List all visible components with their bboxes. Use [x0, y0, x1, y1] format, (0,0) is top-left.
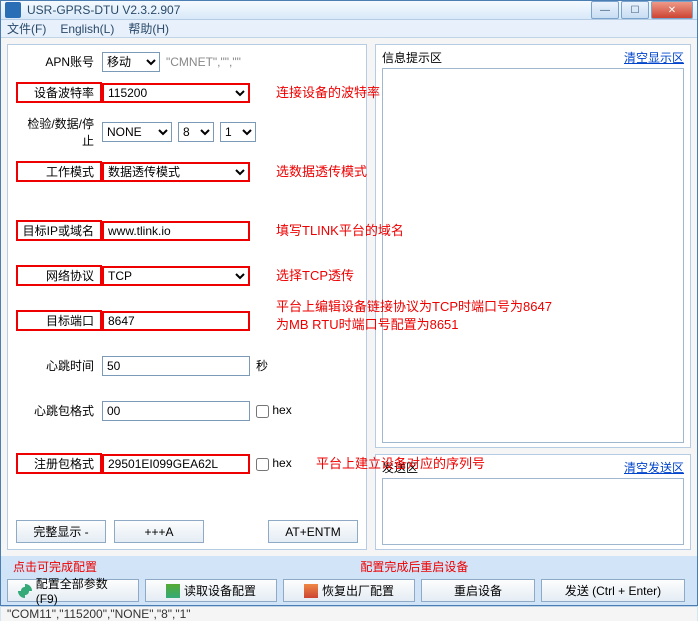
baud-note: 连接设备的波特率	[276, 82, 380, 101]
port-input[interactable]	[102, 311, 250, 331]
atentm-button[interactable]: AT+ENTM	[268, 520, 358, 543]
right-column: 信息提示区 清空显示区 发送区 清空发送区	[375, 44, 691, 550]
clear-send-link[interactable]: 清空发送区	[624, 459, 684, 476]
port-label: 目标端口	[16, 310, 102, 331]
send-header: 发送区 清空发送区	[382, 459, 684, 476]
reg-label: 注册包格式	[16, 453, 102, 474]
info-header: 信息提示区 清空显示区	[382, 49, 684, 66]
send-group: 发送区 清空发送区	[375, 454, 691, 550]
cfgall-button[interactable]: 配置全部参数(F9)	[7, 579, 139, 602]
row-apn: APN账号 移动 "CMNET","",""	[16, 51, 358, 72]
window-buttons: — ☐ ✕	[591, 1, 693, 19]
ip-input[interactable]	[102, 221, 250, 241]
gear-icon	[18, 584, 32, 598]
row-port: 目标端口 平台上编辑设备链接协议为TCP时端口号为8647 为MB RTU时端口…	[16, 310, 358, 331]
close-button[interactable]: ✕	[651, 1, 693, 19]
row-check: 检验/数据/停止 NONE 8 1	[16, 113, 358, 151]
info-textarea[interactable]	[382, 68, 684, 443]
hb-input[interactable]	[102, 356, 250, 376]
left-column: APN账号 移动 "CMNET","","" 设备波特率 115200 连接设备…	[7, 44, 367, 550]
menu-english[interactable]: English(L)	[60, 22, 114, 36]
config-panel: APN账号 移动 "CMNET","","" 设备波特率 115200 连接设备…	[7, 44, 367, 550]
showall-button[interactable]: 完整显示 -	[16, 520, 106, 543]
apn-select[interactable]: 移动	[102, 52, 160, 72]
body: APN账号 移动 "CMNET","","" 设备波特率 115200 连接设备…	[1, 38, 697, 556]
titlebar[interactable]: USR-GPRS-DTU V2.3.2.907 — ☐ ✕	[1, 1, 697, 20]
maximize-button[interactable]: ☐	[621, 1, 649, 19]
restore-button[interactable]: 恢复出厂配置	[283, 579, 415, 602]
mode-note: 选数据透传模式	[276, 161, 367, 180]
info-group: 信息提示区 清空显示区	[375, 44, 691, 448]
reboot-button[interactable]: 重启设备	[421, 579, 535, 602]
mode-select[interactable]: 数据透传模式	[102, 162, 250, 182]
app-icon	[5, 2, 21, 18]
row-proto: 网络协议 TCP 选择TCP透传	[16, 265, 358, 286]
window-title: USR-GPRS-DTU V2.3.2.907	[27, 3, 591, 17]
check-stop[interactable]: 1	[220, 122, 256, 142]
baud-select[interactable]: 115200	[102, 83, 250, 103]
statusbar: "COM11","115200","NONE","8","1"	[1, 606, 697, 621]
send-textarea[interactable]	[382, 478, 684, 545]
reg-hex[interactable]: hex	[256, 456, 292, 470]
restore-icon	[304, 584, 318, 598]
apn-extra: "CMNET","",""	[166, 55, 241, 69]
send-button[interactable]: 发送 (Ctrl + Enter)	[541, 579, 685, 602]
menu-help[interactable]: 帮助(H)	[128, 20, 169, 37]
window: USR-GPRS-DTU V2.3.2.907 — ☐ ✕ 文件(F) Engl…	[0, 0, 698, 606]
row-baud: 设备波特率 115200 连接设备的波特率	[16, 82, 358, 103]
bottom-buttons: 配置全部参数(F9) 读取设备配置 恢复出厂配置 重启设备 发送 (Ctrl +…	[1, 575, 697, 606]
click-note: 点击可完成配置	[13, 560, 97, 574]
row-hbpkt: 心跳包格式 hex	[16, 400, 358, 421]
notes-row: 点击可完成配置 配置完成后重启设备	[1, 556, 697, 575]
apn-label: APN账号	[16, 51, 102, 72]
read-icon	[166, 584, 180, 598]
minimize-button[interactable]: —	[591, 1, 619, 19]
check-label: 检验/数据/停止	[16, 113, 102, 151]
panel-buttons: 完整显示 - +++A AT+ENTM	[16, 514, 358, 543]
reg-input[interactable]	[102, 454, 250, 474]
row-mode: 工作模式 数据透传模式 选数据透传模式	[16, 161, 358, 182]
menubar: 文件(F) English(L) 帮助(H)	[1, 20, 697, 38]
proto-select[interactable]: TCP	[102, 266, 250, 286]
menu-file[interactable]: 文件(F)	[7, 20, 46, 37]
plusa-button[interactable]: +++A	[114, 520, 204, 543]
mode-label: 工作模式	[16, 161, 102, 182]
after-note: 配置完成后重启设备	[360, 560, 468, 574]
proto-label: 网络协议	[16, 265, 102, 286]
check-parity[interactable]: NONE	[102, 122, 172, 142]
hb-unit: 秒	[256, 357, 268, 374]
send-title: 发送区	[382, 459, 418, 476]
hbpkt-hex[interactable]: hex	[256, 403, 292, 417]
check-data[interactable]: 8	[178, 122, 214, 142]
clear-info-link[interactable]: 清空显示区	[624, 49, 684, 66]
hbpkt-input[interactable]	[102, 401, 250, 421]
status-text: "COM11","115200","NONE","8","1"	[7, 607, 191, 621]
row-hb: 心跳时间 秒	[16, 355, 358, 376]
proto-note: 选择TCP透传	[276, 265, 354, 284]
info-title: 信息提示区	[382, 49, 442, 66]
baud-label: 设备波特率	[16, 82, 102, 103]
readcfg-button[interactable]: 读取设备配置	[145, 579, 277, 602]
row-reg: 注册包格式 hex 平台上建立设备对应的序列号	[16, 453, 358, 474]
ip-label: 目标IP或域名	[16, 220, 102, 241]
row-ip: 目标IP或域名 填写TLINK平台的域名	[16, 220, 358, 241]
hbpkt-label: 心跳包格式	[16, 400, 102, 421]
hb-label: 心跳时间	[16, 355, 102, 376]
